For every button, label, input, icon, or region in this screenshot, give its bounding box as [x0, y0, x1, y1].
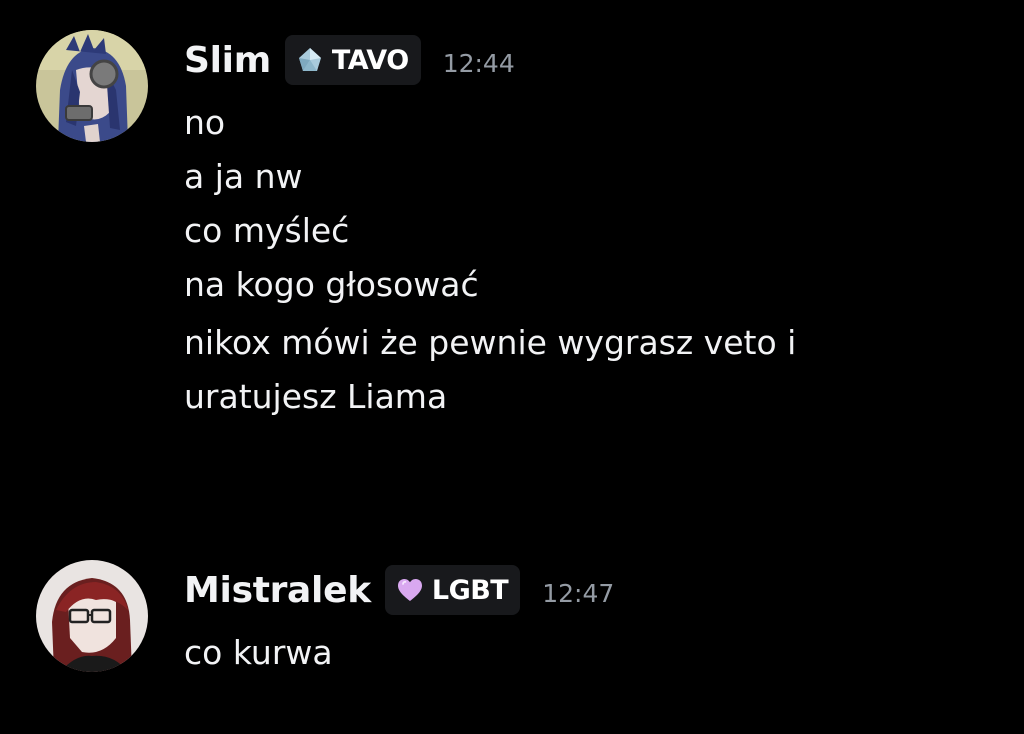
timestamp[interactable]: 12:44 — [443, 49, 515, 78]
message-group: Mistralek LGBT 12:47 co kurwa — [0, 540, 1024, 734]
role-tag[interactable]: LGBT — [384, 565, 521, 615]
message-content: co kurwa — [184, 630, 333, 684]
role-tag[interactable]: TAVO — [284, 35, 421, 85]
avatar[interactable] — [36, 30, 148, 142]
role-tag-label: LGBT — [431, 574, 509, 606]
message-line: a ja nw — [184, 157, 303, 196]
diamond-icon — [295, 45, 325, 75]
username[interactable]: Mistralek — [184, 570, 371, 611]
message-header: Slim TAVO 12:44 — [184, 33, 515, 87]
message-group: Slim TAVO 12:44 no a ja nw co myśleć na … — [0, 0, 1024, 520]
message-header: Mistralek LGBT 12:47 — [184, 563, 614, 617]
role-tag-label: TAVO — [331, 44, 409, 76]
message-line: co myśleć — [184, 211, 350, 250]
heart-icon — [395, 575, 425, 605]
timestamp[interactable]: 12:47 — [542, 579, 614, 608]
avatar[interactable] — [36, 560, 148, 672]
message-line: nikox mówi że pewnie wygrasz veto i urat… — [184, 323, 797, 416]
username[interactable]: Slim — [184, 40, 271, 81]
message-line: co kurwa — [184, 633, 333, 672]
message-line: no — [184, 103, 226, 142]
message-line: na kogo głosować — [184, 265, 479, 304]
message-content: no a ja nw co myśleć na kogo głosować ni… — [184, 100, 924, 432]
